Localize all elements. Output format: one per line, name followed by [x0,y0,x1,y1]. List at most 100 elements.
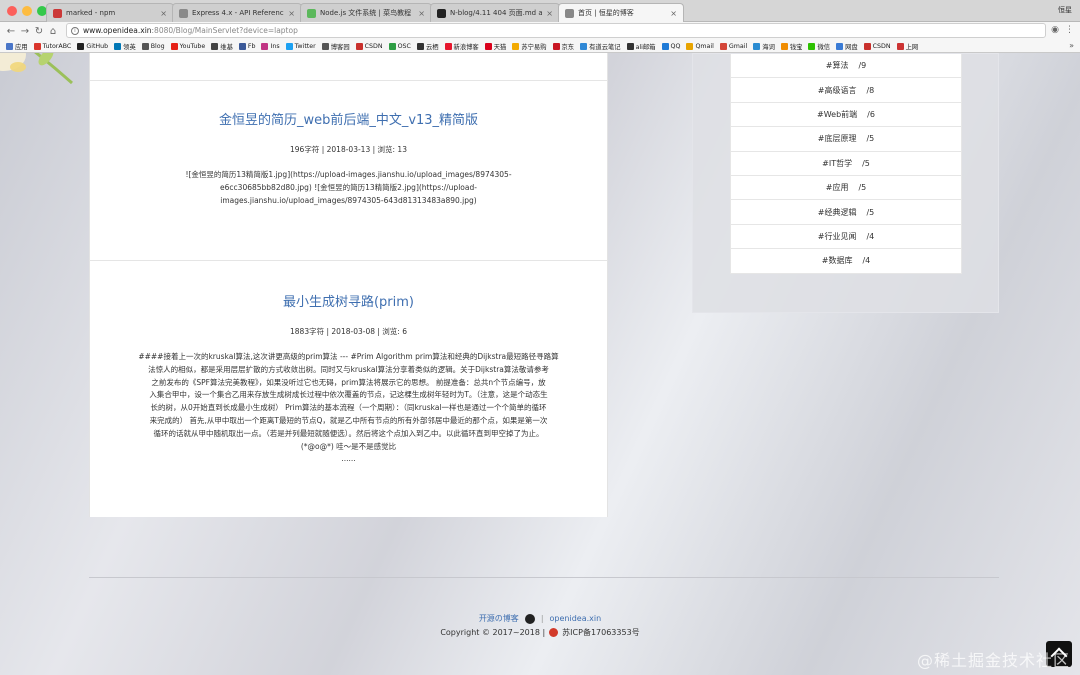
tag-item[interactable]: #算法/9 [730,54,962,79]
bookmark-item[interactable]: TutorABC [33,42,71,50]
bookmark-icon [686,42,694,50]
bookmark-label: 领英 [123,43,136,51]
bookmark-item[interactable]: Twitter [285,42,316,50]
bookmark-item[interactable]: Blog [141,42,165,50]
bookmark-icon [719,42,727,50]
bookmark-item[interactable]: 领英 [114,42,136,51]
tag-item[interactable]: #经典逻辑/5 [730,200,962,225]
close-window-button[interactable] [7,6,17,16]
tag-item[interactable]: #行业见闻/4 [730,224,962,250]
excerpt-line: 来完成的） 首先,从甲中取出一个距离T最短的节点Q，就是乙中所有节点的所有外部邻… [149,415,548,425]
tag-item[interactable]: #应用/5 [730,175,962,201]
bookmark-item[interactable]: 上网 [896,42,919,51]
close-tab-icon[interactable]: × [288,9,295,18]
bookmark-item[interactable]: Qmail [686,42,714,50]
menu-icon[interactable]: ⋮ [1065,25,1074,35]
bookmark-label: 海词 [762,43,775,51]
tag-name: #经典逻辑 [817,207,857,217]
tag-item[interactable]: #IT哲学/5 [730,151,962,176]
bookmark-label: Blog [150,42,165,50]
bookmark-item[interactable]: CSDN [863,42,891,50]
tag-count: /9 [858,61,867,71]
bookmark-item[interactable]: CSDN [355,42,383,50]
bookmark-item[interactable]: Ins [261,42,280,50]
bookmark-item[interactable]: 博客园 [321,42,350,51]
browser-nav-bar: ← → ↻ ⌂ i www.openidea.xin:8080/Blog/Mai… [0,22,1080,40]
bookmark-item[interactable]: 云栖 [416,42,439,51]
bookmark-label: 网盘 [845,43,858,51]
tag-item[interactable]: #Web前端/6 [730,102,962,128]
github-icon[interactable] [524,613,535,624]
close-tab-icon[interactable]: × [546,9,553,18]
tag-item[interactable]: #数据库/4 [730,249,962,274]
bookmark-icon [444,42,452,50]
bookmark-icon [416,42,424,50]
tag-count: /5 [866,134,875,144]
bookmark-item[interactable]: Fb [238,42,255,50]
bookmark-item[interactable]: 有道云笔记 [580,42,621,51]
bookmark-item[interactable]: QQ [661,42,680,50]
tag-item[interactable]: #高级语言/8 [730,78,962,103]
bookmark-item[interactable]: 苏宁易购 [512,42,547,51]
icp-link[interactable]: 苏ICP备17063353号 [562,627,640,638]
bookmark-icon [896,42,904,50]
bookmark-icon [141,42,149,50]
close-tab-icon[interactable]: × [160,9,167,18]
tag-list: #算法/9 #高级语言/8 #Web前端/6 #底层原理/5 #IT哲学/5 #应用/5 #… [730,54,962,274]
bookmark-icon [238,42,246,50]
bookmarks-bar: 应用 TutorABC GitHub 领英 Blog YouTube 维基 Fb Ins Twit… [0,40,1080,53]
flower-decoration-icon [0,53,73,85]
home-icon[interactable]: ⌂ [46,26,60,37]
blog-page: 金恒昱的简历_web前后端_中文_v13_精简版 196字符 | 2018-03… [0,53,1080,675]
bookmark-item[interactable]: YouTube [170,42,205,50]
post-title[interactable]: 最小生成树寻路(prim) [90,291,607,310]
bookmark-item[interactable]: ali邮箱 [626,42,656,51]
browser-tab[interactable]: N-blog/4.11 404 页面.md at m...× [430,3,560,22]
repo-link[interactable]: 开源の博客 [479,613,519,624]
forward-arrow-icon[interactable]: → [18,26,32,37]
address-bar[interactable]: i www.openidea.xin:8080/Blog/MainServlet… [66,23,1046,38]
browser-tab[interactable]: Express 4.x - API Reference × [172,3,302,22]
bookmark-item[interactable]: GitHub [77,42,108,50]
post-title[interactable]: 金恒昱的简历_web前后端_中文_v13_精简版 [90,109,607,128]
back-arrow-icon[interactable]: ← [4,26,18,37]
tag-name: #底层原理 [817,134,857,144]
browser-tab[interactable]: 首页 | 恒星的博客 × [558,3,684,22]
bookmark-item[interactable]: 微信 [808,42,830,51]
bookmark-item[interactable]: 海词 [753,42,775,51]
tag-name: #Web前端 [817,109,858,119]
bookmark-item[interactable]: 网盘 [836,42,858,51]
browser-tab[interactable]: Node.js 文件系统 | 菜鸟教程 × [300,3,432,22]
tag-count: /4 [866,231,875,241]
reload-icon[interactable]: ↻ [32,26,46,37]
bookmark-icon [753,42,761,50]
bookmark-label: Gmail [728,42,748,50]
tag-count: /4 [862,256,871,266]
bookmark-item[interactable]: 京东 [552,42,574,51]
bookmark-item[interactable]: 钱宝 [780,42,802,51]
bookmark-label: ali邮箱 [635,43,656,51]
tag-name: #数据库 [821,256,853,266]
excerpt-line: 长的树，从0开始直到长成最小生成树） Prim算法的基本流程（一个周期）：（同k… [150,403,547,413]
police-badge-icon [549,628,559,637]
bookmark-label: 上网 [905,43,919,51]
bookmark-item[interactable]: OSC [388,42,411,50]
site-link[interactable]: openidea.xin [550,614,602,623]
bookmark-item[interactable]: 新浪博客 [444,42,479,51]
tab-favicon-icon [53,8,62,18]
browser-tab[interactable]: marked - npm × [46,3,174,22]
bookmark-item[interactable]: Gmail [719,42,748,50]
minimize-window-button[interactable] [22,6,32,16]
bookmark-item[interactable]: 应用 [6,42,28,51]
close-tab-icon[interactable]: × [670,9,677,18]
close-tab-icon[interactable]: × [418,9,425,18]
camera-icon[interactable]: ◉ [1051,25,1059,35]
bookmark-item[interactable]: 维基 [211,42,233,51]
previous-post-card-bottom [89,53,608,80]
tag-item[interactable]: #底层原理/5 [730,127,962,152]
info-icon[interactable]: i [71,26,79,35]
more-bookmarks-icon[interactable]: » [1069,41,1074,50]
bookmark-item[interactable]: 天猫 [484,42,506,51]
profile-name[interactable]: 恒星 [1058,5,1072,15]
footer-divider [89,577,999,578]
